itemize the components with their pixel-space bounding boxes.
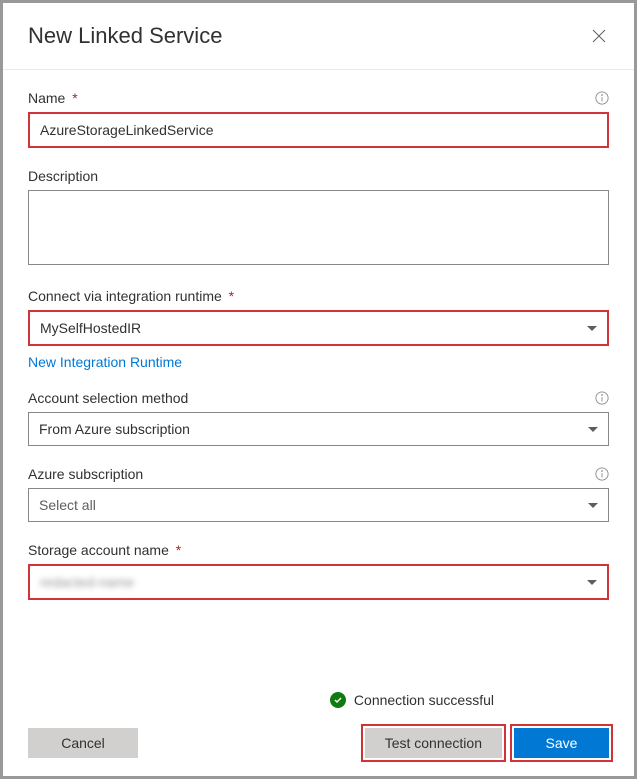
storage-account-dropdown[interactable]: redacted-name [28, 564, 609, 600]
account-method-field: Account selection method From Azure subs… [28, 390, 609, 446]
close-icon [591, 28, 607, 44]
chevron-down-icon [588, 427, 598, 432]
required-marker: * [229, 288, 234, 304]
chevron-down-icon [587, 580, 597, 585]
cancel-button[interactable]: Cancel [28, 728, 138, 758]
description-label: Description [28, 168, 98, 184]
account-method-value: From Azure subscription [39, 421, 190, 437]
chevron-down-icon [587, 326, 597, 331]
connection-status: Connection successful [28, 692, 609, 708]
name-field: Name * [28, 90, 609, 148]
test-connection-button[interactable]: Test connection [365, 728, 502, 758]
close-button[interactable] [589, 26, 609, 46]
panel-content: Name * Description Connect via integrat [3, 70, 634, 682]
subscription-label: Azure subscription [28, 466, 143, 482]
linked-service-panel: New Linked Service Name * [3, 3, 634, 776]
runtime-field: Connect via integration runtime * MySelf… [28, 288, 609, 370]
account-method-label: Account selection method [28, 390, 188, 406]
runtime-dropdown[interactable]: MySelfHostedIR [28, 310, 609, 346]
runtime-label: Connect via integration runtime [28, 288, 222, 304]
storage-account-field: Storage account name * redacted-name [28, 542, 609, 600]
description-input[interactable] [28, 190, 609, 265]
new-integration-runtime-link[interactable]: New Integration Runtime [28, 354, 182, 370]
info-icon [595, 467, 609, 481]
panel-footer: Connection successful Cancel Test connec… [3, 682, 634, 776]
storage-account-label: Storage account name [28, 542, 169, 558]
panel-title: New Linked Service [28, 23, 222, 49]
required-marker: * [72, 90, 77, 106]
description-field: Description [28, 168, 609, 268]
storage-account-value: redacted-name [40, 574, 134, 590]
success-icon [330, 692, 346, 708]
panel-header: New Linked Service [3, 3, 634, 70]
status-text: Connection successful [354, 692, 494, 708]
required-marker: * [176, 542, 181, 558]
name-input[interactable] [28, 112, 609, 148]
runtime-value: MySelfHostedIR [40, 320, 141, 336]
info-icon [595, 391, 609, 405]
account-method-dropdown[interactable]: From Azure subscription [28, 412, 609, 446]
save-button[interactable]: Save [514, 728, 609, 758]
chevron-down-icon [588, 503, 598, 508]
subscription-dropdown[interactable]: Select all [28, 488, 609, 522]
name-label: Name [28, 90, 65, 106]
button-row: Cancel Test connection Save [28, 728, 609, 758]
info-icon [595, 91, 609, 105]
subscription-value: Select all [39, 497, 96, 513]
subscription-field: Azure subscription Select all [28, 466, 609, 522]
